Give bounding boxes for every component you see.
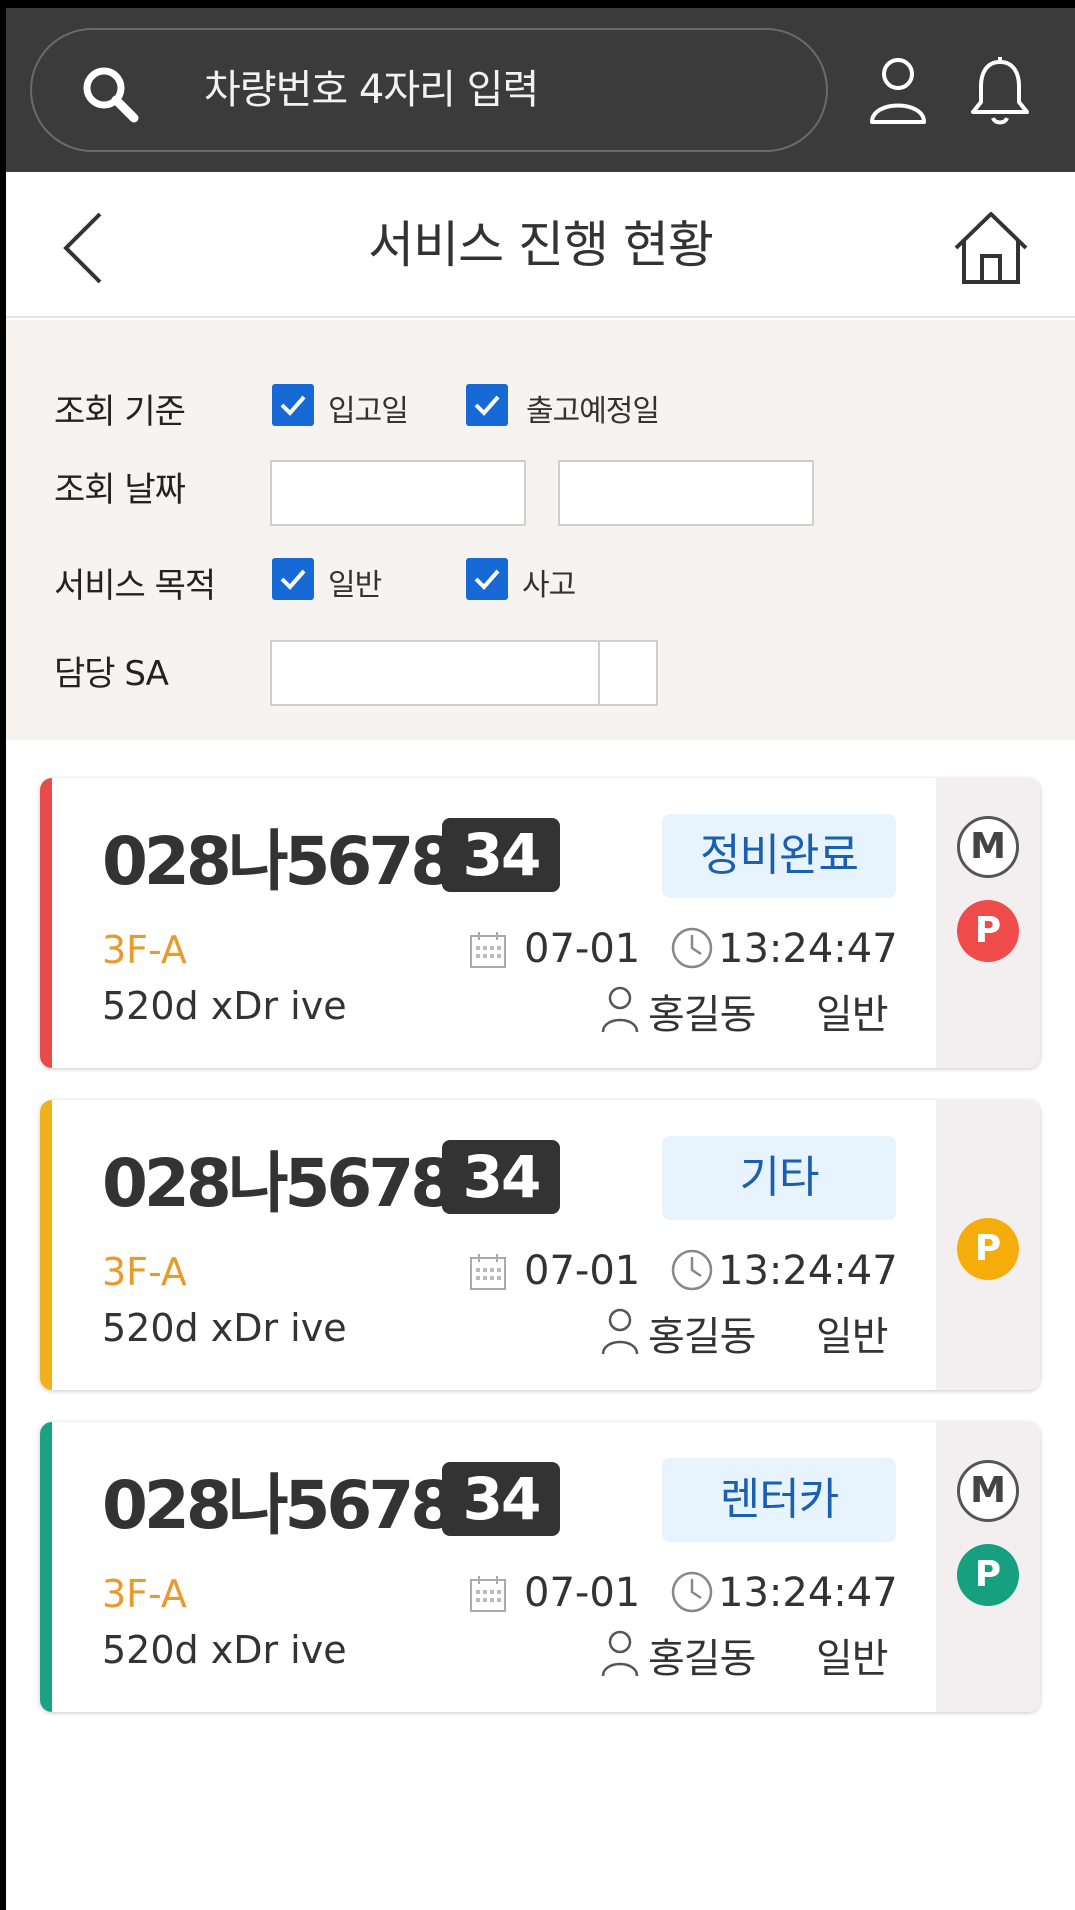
- home-icon[interactable]: [952, 210, 1030, 286]
- purpose-text: 일반: [816, 1636, 889, 1682]
- sa-name: 홍길동: [648, 1314, 756, 1360]
- person-icon: [601, 986, 639, 1033]
- person-icon: [601, 1630, 639, 1677]
- badge-column: MP: [936, 778, 1040, 1068]
- sa-name: 홍길동: [648, 1636, 756, 1682]
- page-header: 서비스 진행 현황: [6, 172, 1075, 318]
- badge-column: MP: [936, 1422, 1040, 1712]
- model-text: 520d xDr ive: [102, 1628, 347, 1672]
- sa-name: 홍길동: [648, 992, 756, 1038]
- location-text: 3F-A: [102, 928, 187, 972]
- plate-tail-number: 34: [442, 818, 560, 892]
- checkbox-release-date[interactable]: [466, 384, 508, 426]
- search-placeholder: 차량번호 4자리 입력: [204, 67, 539, 113]
- p-badge: P: [957, 900, 1019, 962]
- p-badge: P: [957, 1544, 1019, 1606]
- filter-panel: 조회 기준 입고일 출고예정일 조회 날짜 서비스 목적 일반 사고 담당 SA: [6, 320, 1075, 740]
- checkbox-general-label: 일반: [328, 568, 382, 603]
- location-text: 3F-A: [102, 1250, 187, 1294]
- sa-dropdown-button[interactable]: [598, 640, 658, 706]
- page-title: 서비스 진행 현황: [368, 216, 714, 274]
- time-text: 13:24:47: [718, 1248, 898, 1294]
- clock-icon: [671, 1571, 713, 1613]
- plate-tail-number: 34: [442, 1462, 560, 1536]
- calendar-icon: [470, 932, 506, 968]
- status-badge: 정비완료: [662, 814, 896, 898]
- status-color-bar: [40, 778, 52, 1068]
- model-text: 520d xDr ive: [102, 1306, 347, 1350]
- badge-column: P: [936, 1100, 1040, 1390]
- app-screen: 차량번호 4자리 입력 서비스 진행 현황 조회 기준 입고일 출고예정일 조회…: [6, 8, 1075, 1910]
- bell-icon[interactable]: [968, 56, 1032, 126]
- model-text: 520d xDr ive: [102, 984, 347, 1028]
- plate-number: 028나5678: [102, 1145, 456, 1222]
- date-text: 07-01: [524, 1248, 641, 1294]
- checkbox-intake-date[interactable]: [272, 384, 314, 426]
- status-color-bar: [40, 1422, 52, 1712]
- calendar-icon: [470, 1576, 506, 1612]
- criteria-label: 조회 기준: [54, 392, 186, 432]
- plate-number: 028나5678: [102, 823, 456, 900]
- date-text: 07-01: [524, 926, 641, 972]
- checkbox-accident-label: 사고: [522, 568, 576, 603]
- plate-tail-number: 34: [442, 1140, 560, 1214]
- m-badge: M: [957, 1460, 1019, 1522]
- date-label: 조회 날짜: [54, 470, 186, 510]
- date-from-input[interactable]: [270, 460, 526, 526]
- plate-number: 028나5678: [102, 1467, 456, 1544]
- top-bar: 차량번호 4자리 입력: [6, 8, 1075, 172]
- checkbox-general[interactable]: [272, 558, 314, 600]
- service-card[interactable]: 028나5678 34 렌터카 3F-A 520d xDr ive 07-01 …: [40, 1422, 1040, 1712]
- status-color-bar: [40, 1100, 52, 1390]
- checkbox-accident[interactable]: [466, 558, 508, 600]
- status-badge: 기타: [662, 1136, 896, 1220]
- service-card[interactable]: 028나5678 34 정비완료 3F-A 520d xDr ive 07-01…: [40, 778, 1040, 1068]
- clock-icon: [671, 927, 713, 969]
- sa-label: 담당 SA: [54, 654, 169, 694]
- purpose-label: 서비스 목적: [54, 566, 216, 606]
- p-badge: P: [957, 1218, 1019, 1280]
- checkbox-release-date-label: 출고예정일: [526, 394, 660, 429]
- calendar-icon: [470, 1254, 506, 1290]
- sa-input[interactable]: [270, 640, 600, 706]
- person-icon: [601, 1308, 639, 1355]
- time-text: 13:24:47: [718, 1570, 898, 1616]
- purpose-text: 일반: [816, 1314, 889, 1360]
- date-to-input[interactable]: [558, 460, 814, 526]
- user-icon[interactable]: [866, 56, 930, 126]
- date-text: 07-01: [524, 1570, 641, 1616]
- time-text: 13:24:47: [718, 926, 898, 972]
- checkbox-intake-date-label: 입고일: [328, 394, 409, 429]
- service-card[interactable]: 028나5678 34 기타 3F-A 520d xDr ive 07-01 1…: [40, 1100, 1040, 1390]
- search-input[interactable]: 차량번호 4자리 입력: [30, 28, 828, 152]
- m-badge: M: [957, 816, 1019, 878]
- search-icon: [83, 67, 139, 123]
- location-text: 3F-A: [102, 1572, 187, 1616]
- purpose-text: 일반: [816, 992, 889, 1038]
- status-badge: 렌터카: [662, 1458, 896, 1542]
- clock-icon: [671, 1249, 713, 1291]
